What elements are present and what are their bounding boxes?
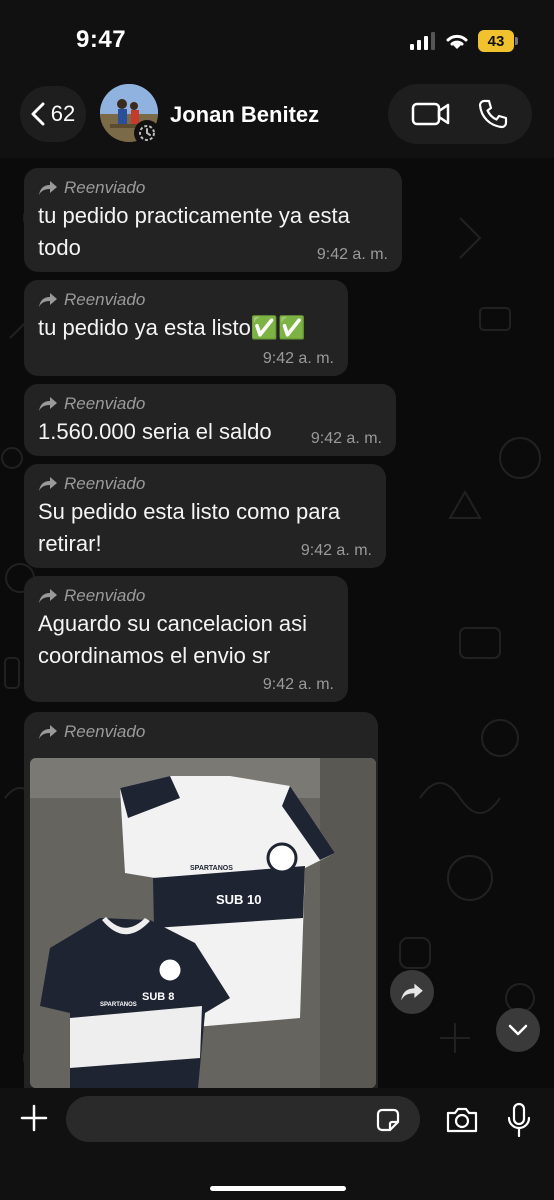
forwarded-label: Reenviado <box>38 394 382 414</box>
chat-header: 62 Jonan Benitez <box>0 80 554 158</box>
status-icons: 43 <box>410 30 518 52</box>
call-actions <box>388 84 532 144</box>
mic-icon <box>507 1102 531 1138</box>
message-bubble[interactable]: Reenviado Su pedido esta listo como para… <box>24 464 386 568</box>
forwarded-text: Reenviado <box>64 722 146 741</box>
jerseys-image: SUB 10 SPARTANOS SUB 8 SPARTANOS <box>30 758 376 1088</box>
message-bubble[interactable]: Reenviado tu pedido practicamente ya est… <box>24 168 402 272</box>
camera-button[interactable] <box>444 1102 480 1138</box>
phone-icon[interactable] <box>477 98 509 130</box>
forward-icon <box>39 725 57 739</box>
message-text: tu pedido ya esta listo✅✅ <box>38 315 306 340</box>
chevron-left-icon <box>31 102 45 126</box>
message-time: 9:42 a. m. <box>316 246 388 263</box>
signal-icon <box>410 32 435 50</box>
wifi-icon <box>446 34 468 49</box>
forward-icon <box>39 397 57 411</box>
message-time: 9:42 a. m. <box>262 350 334 367</box>
forwarded-text: Reenviado <box>64 290 146 309</box>
battery-level: 43 <box>487 32 505 50</box>
forwarded-label: Reenviado <box>38 178 388 198</box>
forward-icon <box>39 181 57 195</box>
plus-icon <box>20 1104 48 1132</box>
attach-button[interactable] <box>14 1098 54 1138</box>
battery-indicator: 43 <box>478 30 518 52</box>
forward-icon <box>39 589 57 603</box>
sticker-icon <box>376 1108 400 1132</box>
camera-icon <box>446 1107 478 1133</box>
message-bubble[interactable]: Reenviado tu pedido ya esta listo✅✅ 9:42… <box>24 280 348 376</box>
forwarded-label: Reenviado <box>38 290 334 310</box>
forward-icon <box>39 293 57 307</box>
chat-area[interactable]: Reenviado tu pedido practicamente ya est… <box>0 158 554 1088</box>
chevron-down-icon <box>508 1024 528 1036</box>
forwarded-text: Reenviado <box>64 474 146 493</box>
forwarded-text: Reenviado <box>64 586 146 605</box>
forwarded-label: Reenviado <box>38 586 334 606</box>
jerseys-photo[interactable]: SUB 10 SPARTANOS SUB 8 SPARTANOS <box>30 758 376 1088</box>
shirt2-brand: SPARTANOS <box>100 1002 137 1008</box>
message-time: 9:42 a. m. <box>262 676 334 693</box>
message-input[interactable] <box>66 1096 420 1142</box>
message-bubble[interactable]: Reenviado Aguardo su cancelacion asi coo… <box>24 576 348 702</box>
message-time: 9:42 a. m. <box>300 542 372 559</box>
forwarded-text: Reenviado <box>64 394 146 413</box>
home-indicator <box>210 1186 346 1191</box>
shirt1-label: SUB 10 <box>216 892 262 907</box>
contact-name[interactable]: Jonan Benitez <box>170 102 319 128</box>
status-ring-icon <box>134 120 160 146</box>
status-bar: 9:47 43 <box>0 0 554 80</box>
forward-icon <box>39 477 57 491</box>
status-time: 9:47 <box>76 26 127 53</box>
video-call-icon[interactable] <box>411 100 451 128</box>
message-time: 9:42 a. m. <box>310 430 382 447</box>
forwarded-text: Reenviado <box>64 178 146 197</box>
shirt1-brand: SPARTANOS <box>190 865 233 872</box>
message-text: Aguardo su cancelacion asi coordinamos e… <box>38 611 308 668</box>
back-button[interactable]: 62 <box>20 86 86 142</box>
message-bubble[interactable]: Reenviado 1.560.000 seria el saldo 9:42 … <box>24 384 396 456</box>
forward-button[interactable] <box>390 970 434 1014</box>
unread-count: 62 <box>50 101 76 126</box>
composer-bar <box>0 1088 554 1200</box>
sticker-button[interactable] <box>374 1106 402 1134</box>
scroll-to-bottom-button[interactable] <box>496 1008 540 1052</box>
shirt2-label: SUB 8 <box>142 991 174 1003</box>
mic-button[interactable] <box>506 1100 532 1140</box>
forward-icon <box>401 983 423 1001</box>
forwarded-label: Reenviado <box>38 722 364 742</box>
photo-message-bubble[interactable]: Reenviado SUB 10 SPARTANOS SUB 8 SPARTAN… <box>24 712 378 1088</box>
forwarded-label: Reenviado <box>38 474 372 494</box>
